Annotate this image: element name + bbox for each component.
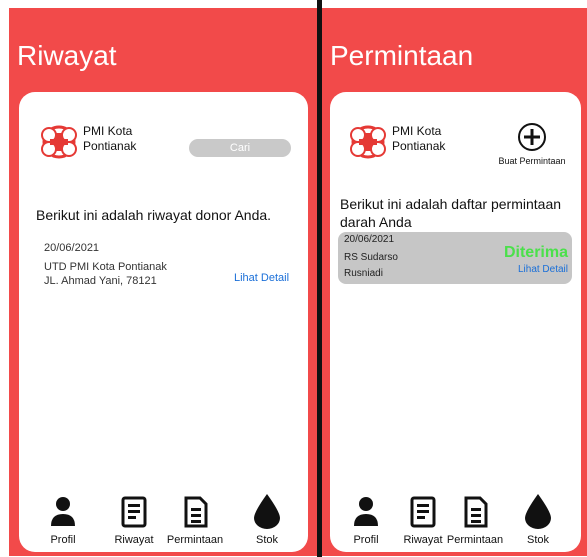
pmi-logo-icon: [350, 125, 386, 159]
page-title: Permintaan: [330, 40, 474, 71]
nav-profil[interactable]: Profil: [336, 496, 396, 546]
search-input[interactable]: Cari: [189, 139, 291, 157]
brand-name: PMI Kota Pontianak: [83, 124, 137, 153]
request-row[interactable]: 20/06/2021 RS Sudarso Rusniadi Diterima …: [338, 232, 572, 284]
history-icon: [410, 496, 436, 528]
detail-link[interactable]: Lihat Detail: [518, 264, 568, 275]
nav-riwayat[interactable]: Riwayat: [393, 496, 453, 546]
person-icon: [51, 497, 75, 526]
nav-permintaan[interactable]: Permintaan: [165, 496, 225, 546]
pmi-logo-icon: [41, 125, 77, 159]
nav-stok[interactable]: Stok: [508, 492, 568, 546]
blood-drop-icon: [254, 494, 280, 529]
content-card: PMI Kota Pontianak Buat Permintaan Berik…: [330, 92, 581, 552]
history-headline: Berikut ini adalah riwayat donor Anda.: [36, 207, 272, 223]
request-icon: [464, 496, 488, 528]
riwayat-screen: Riwayat PMI Kota Pontianak Cari Berikut …: [9, 8, 317, 556]
nav-riwayat[interactable]: Riwayat: [104, 496, 164, 546]
nav-permintaan[interactable]: Permintaan: [445, 496, 505, 546]
history-icon: [121, 496, 147, 528]
add-circle-icon: [518, 123, 546, 151]
bottom-nav: Profil Riwayat Permintaan Stok: [330, 476, 581, 546]
content-card: PMI Kota Pontianak Cari Berikut ini adal…: [19, 92, 308, 552]
page-title: Riwayat: [17, 40, 117, 71]
nav-profil[interactable]: Profil: [33, 496, 93, 546]
history-location: UTD PMI Kota Pontianak JL. Ahmad Yani, 7…: [44, 261, 167, 287]
nav-stok[interactable]: Stok: [237, 492, 297, 546]
request-icon: [184, 496, 208, 528]
detail-link[interactable]: Lihat Detail: [234, 272, 289, 284]
bottom-nav: Profil Riwayat Permintaan Stok: [19, 476, 308, 546]
permintaan-screen: Permintaan PMI Kota Pontianak Buat Permi…: [322, 8, 587, 556]
request-headline: Berikut ini adalah daftar permintaan dar…: [340, 196, 562, 230]
brand-name: PMI Kota Pontianak: [392, 124, 446, 153]
person-icon: [354, 497, 378, 526]
create-request-button[interactable]: Buat Permintaan: [492, 122, 572, 166]
history-date: 20/06/2021: [44, 242, 100, 254]
blood-drop-icon: [525, 494, 551, 529]
status-badge: Diterima: [503, 244, 568, 261]
